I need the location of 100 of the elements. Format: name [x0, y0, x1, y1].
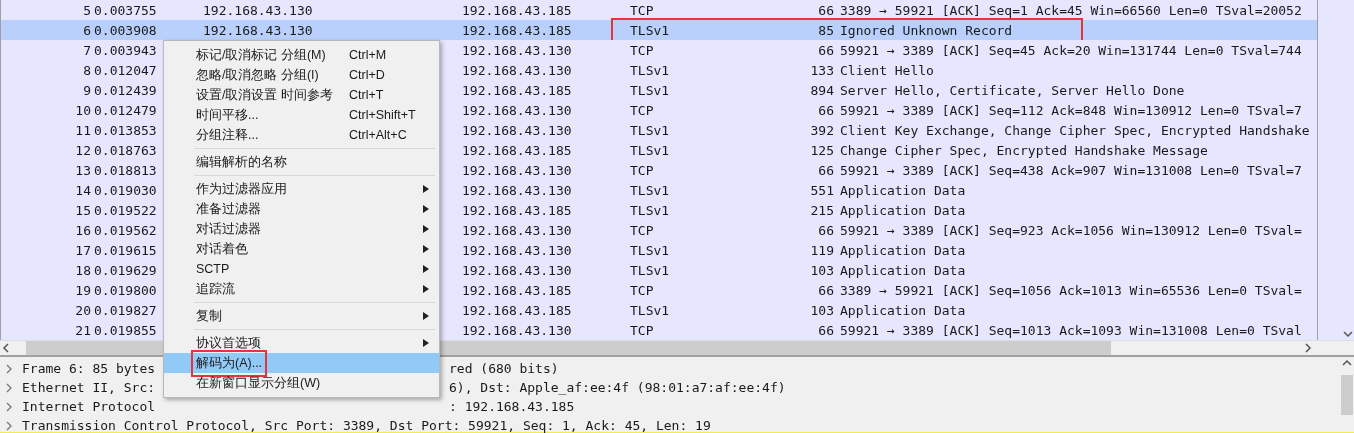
table-cell-text: TLSv1	[630, 202, 671, 218]
scroll-left-icon[interactable]	[0, 342, 12, 354]
table-cell-text: 5	[82, 2, 91, 18]
table-cell-text: 59921 → 3389 [ACK] Seq=112 Ack=848 Win=130912 Len=0 TSval=7	[839, 102, 1303, 118]
menu-item[interactable]: 准备过滤器	[164, 199, 439, 219]
table-cell-text: 192.168.43.130	[462, 102, 573, 118]
table-cell-text: 0.012047	[93, 62, 157, 78]
menu-item[interactable]: 对话过滤器	[164, 219, 439, 239]
table-cell-text: 66	[817, 102, 834, 118]
table-cell-text: Application Data	[839, 242, 967, 258]
table-cell-text: 3389 → 59921 [ACK] Seq=1056 Ack=1013 Win=65536 Len=0 TSval=	[839, 282, 1303, 298]
detail-line[interactable]: Internet Protocol	[22, 399, 172, 414]
table-cell-text: 125	[809, 142, 834, 158]
table-cell-text: 103	[809, 262, 834, 278]
table-cell-text: 59921 → 3389 [ACK] Seq=1013 Ack=1093 Win=131008 Len=0 TSval	[839, 322, 1303, 338]
table-cell-text: 0.019030	[93, 182, 157, 198]
table-cell-text: 20	[74, 302, 91, 318]
menu-item[interactable]: 对话着色	[164, 239, 439, 259]
menu-item[interactable]: 作为过滤器应用	[164, 179, 439, 199]
table-cell-text: 0.019615	[93, 242, 157, 258]
packet-row[interactable]: 6 0.003908 192.168.43.130 192.168.43.185 TLSv1 85 Ignored Unknown Record	[1, 20, 1318, 40]
table-cell-text: 66	[817, 42, 834, 58]
table-cell-text: 192.168.43.130	[462, 262, 573, 278]
expand-icon[interactable]	[4, 401, 14, 412]
table-cell-text: 192.168.43.130	[462, 222, 573, 238]
table-cell-text: TLSv1	[630, 62, 671, 78]
table-cell-text: Ignored Unknown Record	[839, 22, 1014, 38]
table-cell-text: TCP	[630, 2, 655, 18]
table-cell-text: 66	[817, 282, 834, 298]
scroll-right-icon[interactable]	[1302, 342, 1314, 354]
table-cell-text: TCP	[630, 282, 655, 298]
table-cell-text: TLSv1	[630, 242, 671, 258]
table-cell-text: 0.012439	[93, 82, 157, 98]
expand-icon[interactable]	[4, 363, 14, 374]
table-cell-text: 192.168.43.185	[462, 202, 573, 218]
table-cell-text: TLSv1	[630, 302, 671, 318]
table-cell-text: 15	[74, 202, 91, 218]
scrollbar-thumb[interactable]	[1341, 375, 1353, 415]
table-cell-text: 192.168.43.185	[462, 82, 573, 98]
table-cell-text: TCP	[630, 162, 655, 178]
table-cell-text: 192.168.43.130	[462, 162, 573, 178]
table-cell-text: 0.019562	[93, 222, 157, 238]
table-cell-text: TCP	[630, 222, 655, 238]
expand-icon[interactable]	[4, 382, 14, 393]
table-cell-text: 192.168.43.130	[462, 322, 573, 338]
detail-line[interactable]: 6), Dst: Apple_af:ee:4f (98:01:a7:af:ee:4f)	[449, 380, 786, 395]
table-cell-text: Application Data	[839, 262, 967, 278]
detail-line[interactable]: : 192.168.43.185	[449, 399, 575, 414]
table-cell-text: 215	[809, 202, 834, 218]
table-cell-text: TLSv1	[630, 142, 671, 158]
table-cell-text: Application Data	[839, 182, 967, 198]
table-cell-text: 85	[817, 22, 834, 38]
table-cell-text: 192.168.43.130	[462, 122, 573, 138]
table-cell-text: 10	[74, 102, 91, 118]
table-cell-text: 0.018763	[93, 142, 157, 158]
table-cell-text: Change Cipher Spec, Encrypted Handshake Message	[839, 142, 1209, 158]
table-cell-text: 9	[82, 82, 91, 98]
table-cell-text: 0.018813	[93, 162, 157, 178]
table-cell-text: TLSv1	[630, 22, 671, 38]
table-cell-text: 66	[817, 222, 834, 238]
table-cell-text: 17	[74, 242, 91, 258]
table-cell-text: 0.003943	[93, 42, 157, 58]
table-cell-text: Client Key Exchange, Change Cipher Spec, Encrypted Handshake	[839, 122, 1311, 138]
table-cell-text: 66	[817, 322, 834, 338]
table-cell-text: 192.168.43.130	[462, 242, 573, 258]
table-cell-text: Application Data	[839, 302, 967, 318]
table-cell-text: 7	[82, 42, 91, 58]
table-cell-text: 0.019855	[93, 322, 157, 338]
detail-line[interactable]: Transmission Control Protocol, Src Port: 3389, Dst Port: 59921, Seq: 1, Ack: 45, Len: 19	[22, 418, 711, 433]
table-cell-text: 16	[74, 222, 91, 238]
table-cell-text: 119	[809, 242, 834, 258]
table-cell-text: 19	[74, 282, 91, 298]
table-cell-text: 59921 → 3389 [ACK] Seq=438 Ack=907 Win=131008 Len=0 TSval=7	[839, 162, 1303, 178]
table-cell-text: 192.168.43.130	[462, 182, 573, 198]
table-cell-text: 6	[82, 22, 91, 38]
table-cell-text: TLSv1	[630, 82, 671, 98]
table-cell-text: 551	[809, 182, 834, 198]
table-cell-text: 13	[74, 162, 91, 178]
menu-item[interactable]: 追踪流	[164, 279, 439, 299]
table-cell-text: 0.019800	[93, 282, 157, 298]
table-cell-text: 0.019629	[93, 262, 157, 278]
table-cell-text: 12	[74, 142, 91, 158]
table-cell-text: TLSv1	[630, 122, 671, 138]
detail-line[interactable]: red (680 bits)	[449, 361, 559, 376]
table-cell: 192.168.43.130	[203, 2, 313, 18]
table-cell-text: TCP	[630, 42, 655, 58]
table-cell: 192.168.43.130	[203, 22, 313, 38]
table-cell-text: 0.003908	[93, 22, 157, 38]
table-cell-text: 11	[74, 122, 91, 138]
table-cell-text: 59921 → 3389 [ACK] Seq=45 Ack=20 Win=131744 Len=0 TSval=744	[839, 42, 1303, 58]
table-cell-text: 192.168.43.185	[462, 22, 573, 38]
table-cell-text: TLSv1	[630, 262, 671, 278]
menu-item[interactable]: SCTP	[164, 259, 439, 279]
table-cell-text: 392	[809, 122, 834, 138]
expand-icon[interactable]	[4, 420, 14, 431]
menu-item[interactable]: 在新窗口显示分组(W)	[164, 373, 439, 393]
table-cell-text: 66	[817, 2, 834, 18]
scroll-down-icon[interactable]	[1342, 328, 1354, 340]
table-cell-text: 66	[817, 162, 834, 178]
table-cell-text: 192.168.43.185	[462, 142, 573, 158]
